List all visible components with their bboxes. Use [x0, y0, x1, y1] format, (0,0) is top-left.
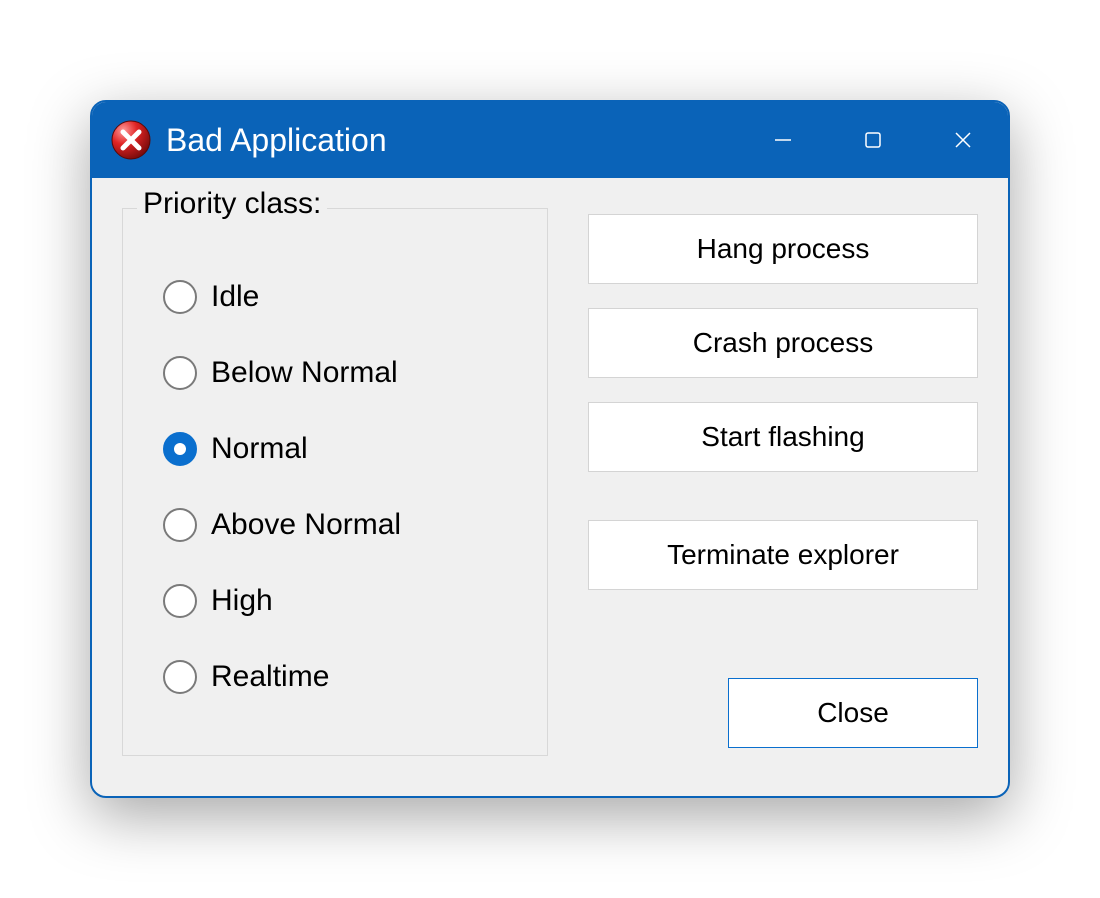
terminate-explorer-button[interactable]: Terminate explorer [588, 520, 978, 590]
radio-icon [163, 584, 197, 618]
close-icon [953, 130, 973, 150]
priority-radio-realtime[interactable]: Realtime [163, 639, 519, 715]
app-window: Bad Application Priority class: Idle [90, 100, 1010, 798]
priority-radio-high[interactable]: High [163, 563, 519, 639]
minimize-icon [773, 130, 793, 150]
radio-icon [163, 280, 197, 314]
radio-label: Normal [211, 432, 308, 466]
radio-label: Above Normal [211, 508, 401, 542]
titlebar: Bad Application [92, 102, 1008, 178]
radio-label: Idle [211, 280, 259, 314]
client-area: Priority class: Idle Below Normal Normal… [92, 178, 1008, 796]
radio-icon [163, 432, 197, 466]
priority-radio-below-normal[interactable]: Below Normal [163, 335, 519, 411]
minimize-button[interactable] [738, 102, 828, 178]
maximize-icon [864, 131, 882, 149]
window-title: Bad Application [166, 122, 387, 159]
priority-radio-above-normal[interactable]: Above Normal [163, 487, 519, 563]
action-button-column: Hang process Crash process Start flashin… [588, 208, 978, 756]
maximize-button[interactable] [828, 102, 918, 178]
error-icon [110, 119, 152, 161]
start-flashing-button[interactable]: Start flashing [588, 402, 978, 472]
radio-label: Realtime [211, 660, 329, 694]
radio-icon [163, 508, 197, 542]
radio-label: Below Normal [211, 356, 398, 390]
groupbox-legend: Priority class: [137, 187, 327, 221]
priority-groupbox: Priority class: Idle Below Normal Normal… [122, 208, 548, 756]
priority-radio-idle[interactable]: Idle [163, 259, 519, 335]
close-window-button[interactable] [918, 102, 1008, 178]
close-button[interactable]: Close [728, 678, 978, 748]
priority-radio-normal[interactable]: Normal [163, 411, 519, 487]
radio-icon [163, 660, 197, 694]
radio-icon [163, 356, 197, 390]
radio-label: High [211, 584, 273, 618]
hang-process-button[interactable]: Hang process [588, 214, 978, 284]
crash-process-button[interactable]: Crash process [588, 308, 978, 378]
